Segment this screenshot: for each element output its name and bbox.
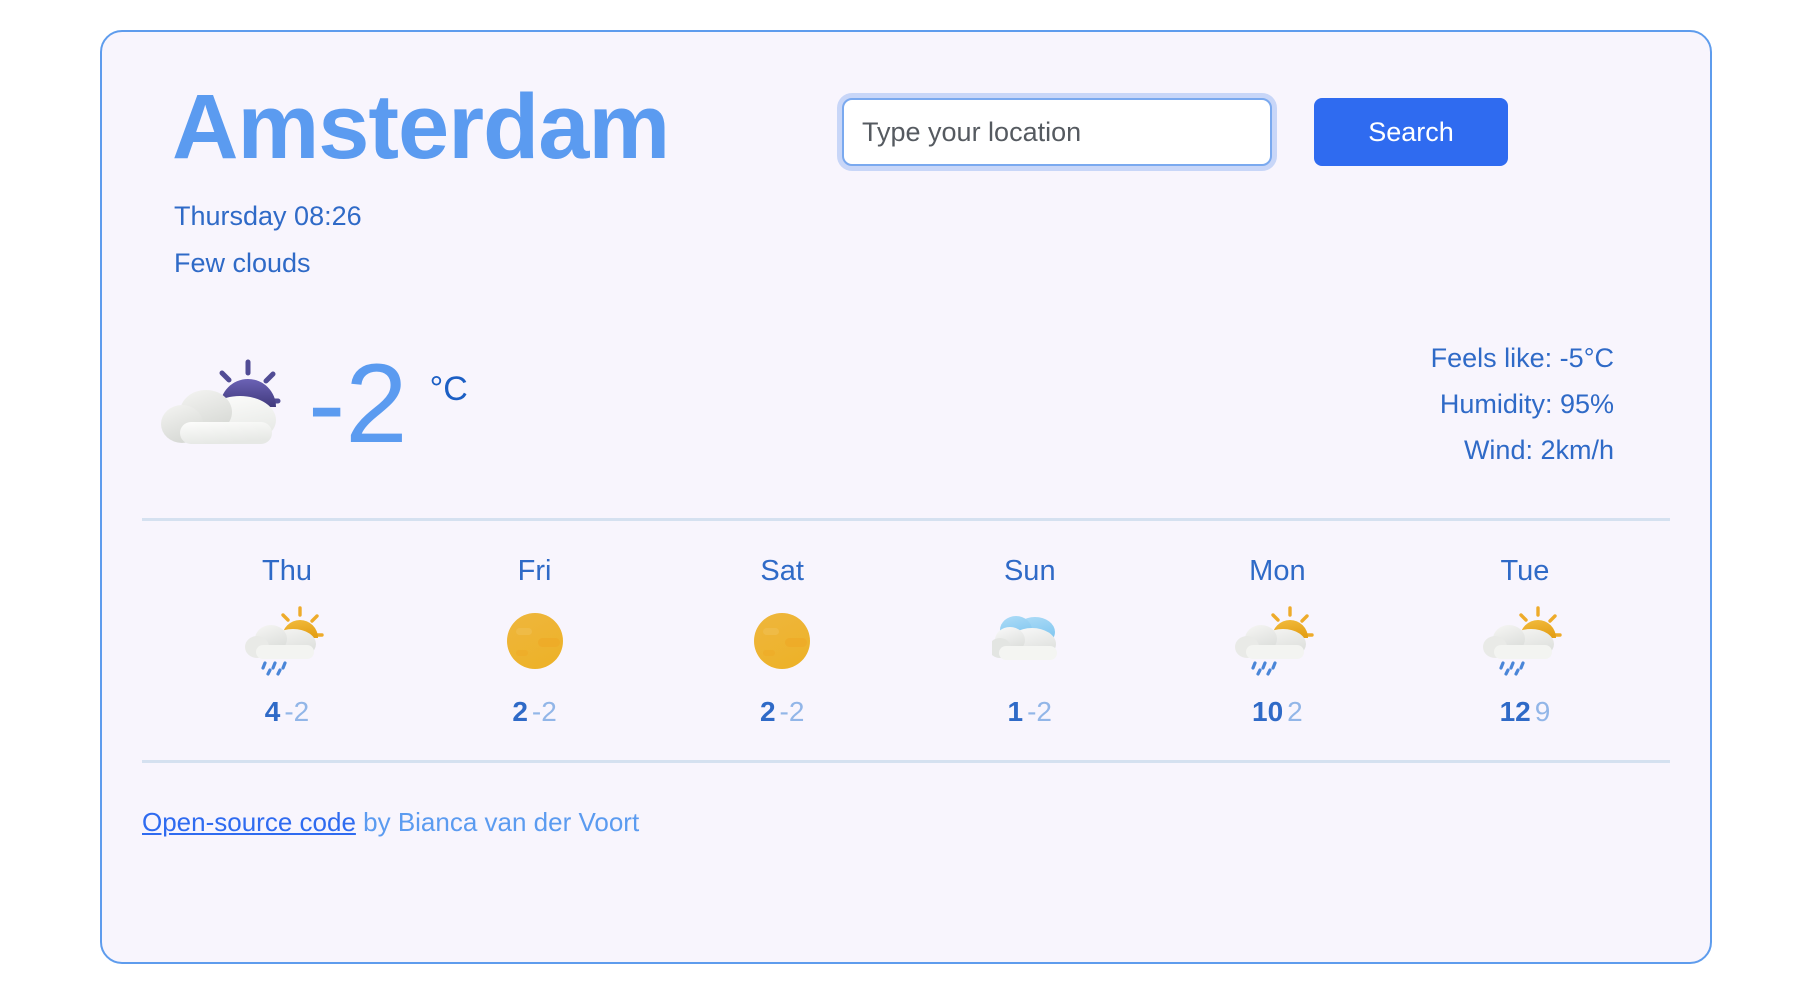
forecast-temps: 2 -2 <box>430 696 640 728</box>
sun-cloud-rain-icon <box>1420 606 1630 676</box>
city-block: Amsterdam Thursday 08:26 Few clouds <box>142 76 842 286</box>
forecast-day-label: Sun <box>1003 555 1056 588</box>
forecast-temps: 12 9 <box>1420 696 1630 728</box>
weather-stats: Feels like: -5°C Humidity: 95% Wind: 2km… <box>1431 335 1614 474</box>
sun-cloud-rain-icon <box>182 606 392 676</box>
current-condition: Few clouds <box>174 247 311 278</box>
search-input[interactable] <box>842 98 1272 166</box>
open-source-link[interactable]: Open-source code <box>142 807 356 837</box>
current-temperature: -2 <box>308 341 408 467</box>
forecast-day-label: Mon <box>1249 555 1306 588</box>
forecast-day-tue: Tue 12 9 <box>1420 555 1630 728</box>
search-button[interactable]: Search <box>1314 98 1508 166</box>
page-title: Amsterdam <box>172 76 670 178</box>
forecast-temps: 1 -2 <box>925 696 1135 728</box>
forecast-day-label: Fri <box>517 555 552 588</box>
footer: Open-source code by Bianca van der Voort <box>142 771 1670 838</box>
app-root: Amsterdam Thursday 08:26 Few clouds Sear… <box>0 0 1801 998</box>
humidity-stat: Humidity: 95% <box>1439 389 1614 420</box>
sun-cloud-rain-icon <box>1172 606 1382 676</box>
few-clouds-night-icon <box>160 352 290 457</box>
forecast-min-temp: -2 <box>531 696 557 728</box>
forecast-max-temp: 10 <box>1252 696 1284 728</box>
current-conditions: -2 °C Feels like: -5°C Humidity: 95% Win… <box>142 320 1670 488</box>
forecast-temps: 2 -2 <box>677 696 887 728</box>
forecast-min-temp: -2 <box>779 696 805 728</box>
forecast-max-temp: 1 <box>1007 696 1024 728</box>
forecast-day-thu: Thu 4 -2 <box>182 555 392 728</box>
forecast-max-temp: 2 <box>759 696 776 728</box>
search-area: Search <box>842 84 1508 166</box>
forecast-day-label: Tue <box>1500 555 1550 588</box>
forecast-day-label: Thu <box>262 555 312 588</box>
forecast-min-temp: -2 <box>1027 696 1053 728</box>
footer-divider <box>142 760 1670 764</box>
forecast-min-temp: -2 <box>284 696 310 728</box>
weather-card: Amsterdam Thursday 08:26 Few clouds Sear… <box>100 30 1712 964</box>
forecast-day-fri: Fri 2 -2 <box>430 555 640 728</box>
forecast-max-temp: 12 <box>1499 696 1531 728</box>
cloud-icon <box>925 606 1135 676</box>
forecast-temps: 4 -2 <box>182 696 392 728</box>
header-row: Amsterdam Thursday 08:26 Few clouds Sear… <box>142 32 1670 286</box>
wind-stat: Wind: 2km/h <box>1463 435 1614 466</box>
forecast-day-sat: Sat 2 -2 <box>677 555 887 728</box>
forecast-max-temp: 2 <box>512 696 528 728</box>
footer-credit: by Bianca van der Voort <box>355 807 640 838</box>
forecast-day-mon: Mon 10 2 <box>1172 555 1382 728</box>
sun-icon <box>430 606 640 676</box>
current-datetime: Thursday 08:26 <box>174 201 362 232</box>
forecast-temps: 10 2 <box>1172 696 1382 728</box>
forecast-row: Thu 4 -2 Fri 2 -2 Sat 2 -2 Sun 1 -2 Mon … <box>142 521 1670 728</box>
feels-like-stat: Feels like: -5°C <box>1430 342 1614 373</box>
sun-icon <box>677 606 887 676</box>
forecast-day-sun: Sun 1 -2 <box>925 555 1135 728</box>
forecast-day-label: Sat <box>760 555 804 588</box>
temperature-unit: °C <box>429 370 468 409</box>
forecast-min-temp: 2 <box>1287 696 1303 728</box>
forecast-max-temp: 4 <box>264 696 281 728</box>
forecast-min-temp: 9 <box>1534 696 1551 728</box>
current-temperature-block: -2 °C <box>160 348 468 460</box>
